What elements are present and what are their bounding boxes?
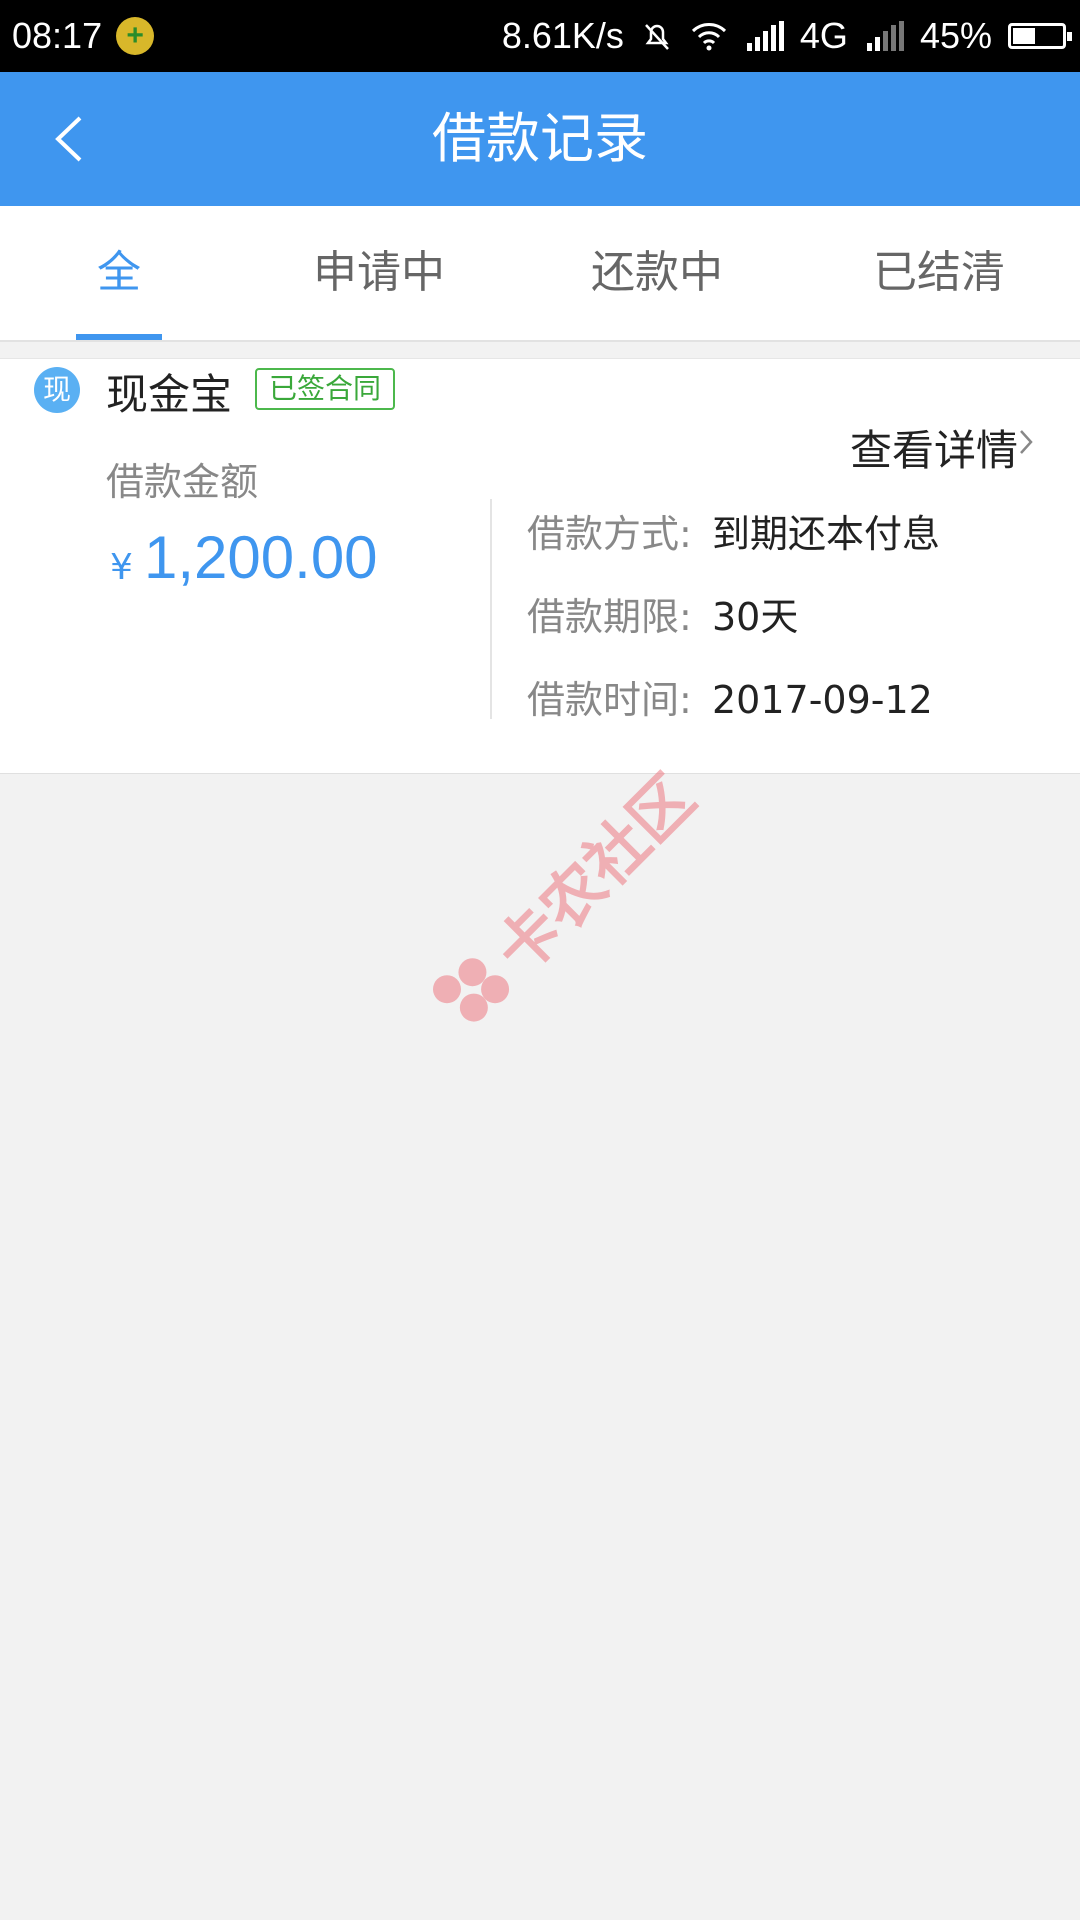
view-details-link[interactable]: 查看详情 [850, 417, 1018, 478]
tab-active-indicator [76, 334, 162, 340]
loan-amount: 1,200.00 [144, 524, 378, 591]
loan-record-card[interactable]: 现 现金宝 已签合同 查看详情 借款金额 ¥ 1,200.00 借款方式: 到期还… [0, 358, 1080, 774]
wifi-icon [691, 23, 726, 51]
info-row-date: 借款时间: 2017-09-12 [527, 669, 933, 724]
status-right: 8.61K/s 4G 45% [486, 15, 1080, 57]
tab-label: 还款中 [591, 247, 723, 298]
status-bar: 08:17 + 8.61K/s 4G 45% [0, 0, 1080, 72]
tab-bar: 全部 申请中 还款中 已结清 [0, 206, 1080, 432]
mute-icon [644, 24, 669, 50]
amount-label: 借款金额 [106, 460, 259, 504]
status-time: 08:17 [12, 15, 103, 56]
info-value: 到期还本付息 [712, 512, 941, 556]
network-type: 4G [799, 15, 848, 56]
info-row-method: 借款方式: 到期还本付息 [527, 503, 940, 558]
tab-applying[interactable]: 申请中 [312, 206, 446, 340]
signal-2-icon [864, 21, 904, 51]
tab-label: 已结清 [873, 247, 1005, 298]
status-badge: 已签合同 [255, 368, 396, 410]
info-label: 借款时间: [527, 678, 692, 722]
status-left: 08:17 + [0, 15, 155, 57]
info-label: 借款方式: [527, 512, 692, 556]
product-icon: 现 [34, 367, 80, 413]
info-value: 30天 [712, 595, 799, 639]
battery-percent: 45% [919, 15, 992, 56]
app-notification-icon: + [116, 17, 155, 55]
tab-all[interactable]: 全部 [76, 206, 162, 432]
watermark: 卡农社区 [418, 751, 711, 1044]
tab-settled[interactable]: 已结清 [872, 206, 1006, 340]
app-header: 借款记录 [0, 72, 1080, 206]
battery-icon [1008, 23, 1072, 49]
tab-repaying[interactable]: 还款中 [590, 206, 724, 340]
product-name: 现金宝 [106, 370, 233, 419]
signal-icon [744, 21, 784, 51]
net-speed: 8.61K/s [501, 15, 624, 56]
divider [490, 499, 492, 719]
currency-symbol: ¥ [110, 547, 133, 588]
info-value: 2017-09-12 [712, 678, 933, 722]
chevron-right-icon[interactable] [1018, 427, 1034, 457]
info-label: 借款期限: [527, 595, 692, 639]
watermark-text: 卡农社区 [481, 760, 709, 988]
info-row-term: 借款期限: 30天 [527, 586, 798, 641]
tab-label: 申请中 [313, 247, 445, 298]
page-title: 借款记录 [432, 107, 648, 170]
